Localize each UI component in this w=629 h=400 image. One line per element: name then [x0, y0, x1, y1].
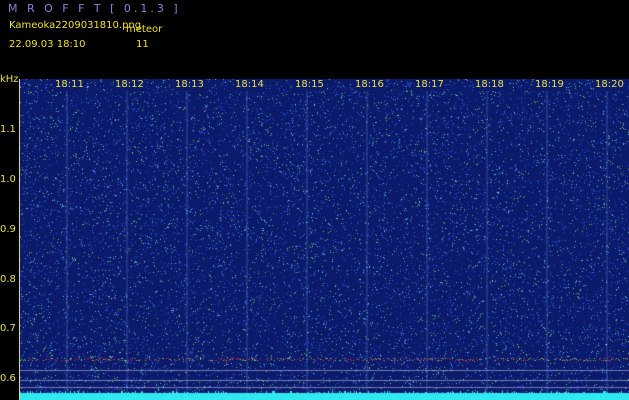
time-label: 18:17: [414, 79, 445, 91]
spectrogram: [20, 79, 629, 400]
y-axis-label: 0.8: [0, 274, 16, 285]
time-label: 18:14: [234, 79, 265, 91]
meteor-count: 11: [136, 39, 149, 50]
y-axis-label: 0.6: [0, 373, 16, 384]
y-axis-label: 0.9: [0, 224, 16, 235]
time-label: 18:19: [534, 79, 565, 91]
time-label: 18:13: [174, 79, 205, 91]
file-name: Kameoka2209031810.png: [9, 20, 142, 31]
time-label: 18:12: [114, 79, 145, 91]
time-label: 18:16: [354, 79, 385, 91]
time-label: 18:15: [294, 79, 325, 91]
time-label: 18:18: [474, 79, 505, 91]
y-axis-label: 1.1: [0, 124, 16, 135]
time-label: 18:20: [594, 79, 625, 91]
axis-unit-label: kHz: [0, 74, 19, 85]
date-time: 22.09.03 18:10: [9, 39, 86, 50]
y-axis-label: 1.0: [0, 174, 16, 185]
app-title: M R O F F T [ 0.1.3 ]: [8, 2, 181, 15]
y-axis-label: 0.7: [0, 323, 16, 334]
time-label: 18:11: [54, 79, 85, 91]
y-axis-line: [19, 79, 20, 400]
meteor-label: meteor: [126, 24, 163, 35]
